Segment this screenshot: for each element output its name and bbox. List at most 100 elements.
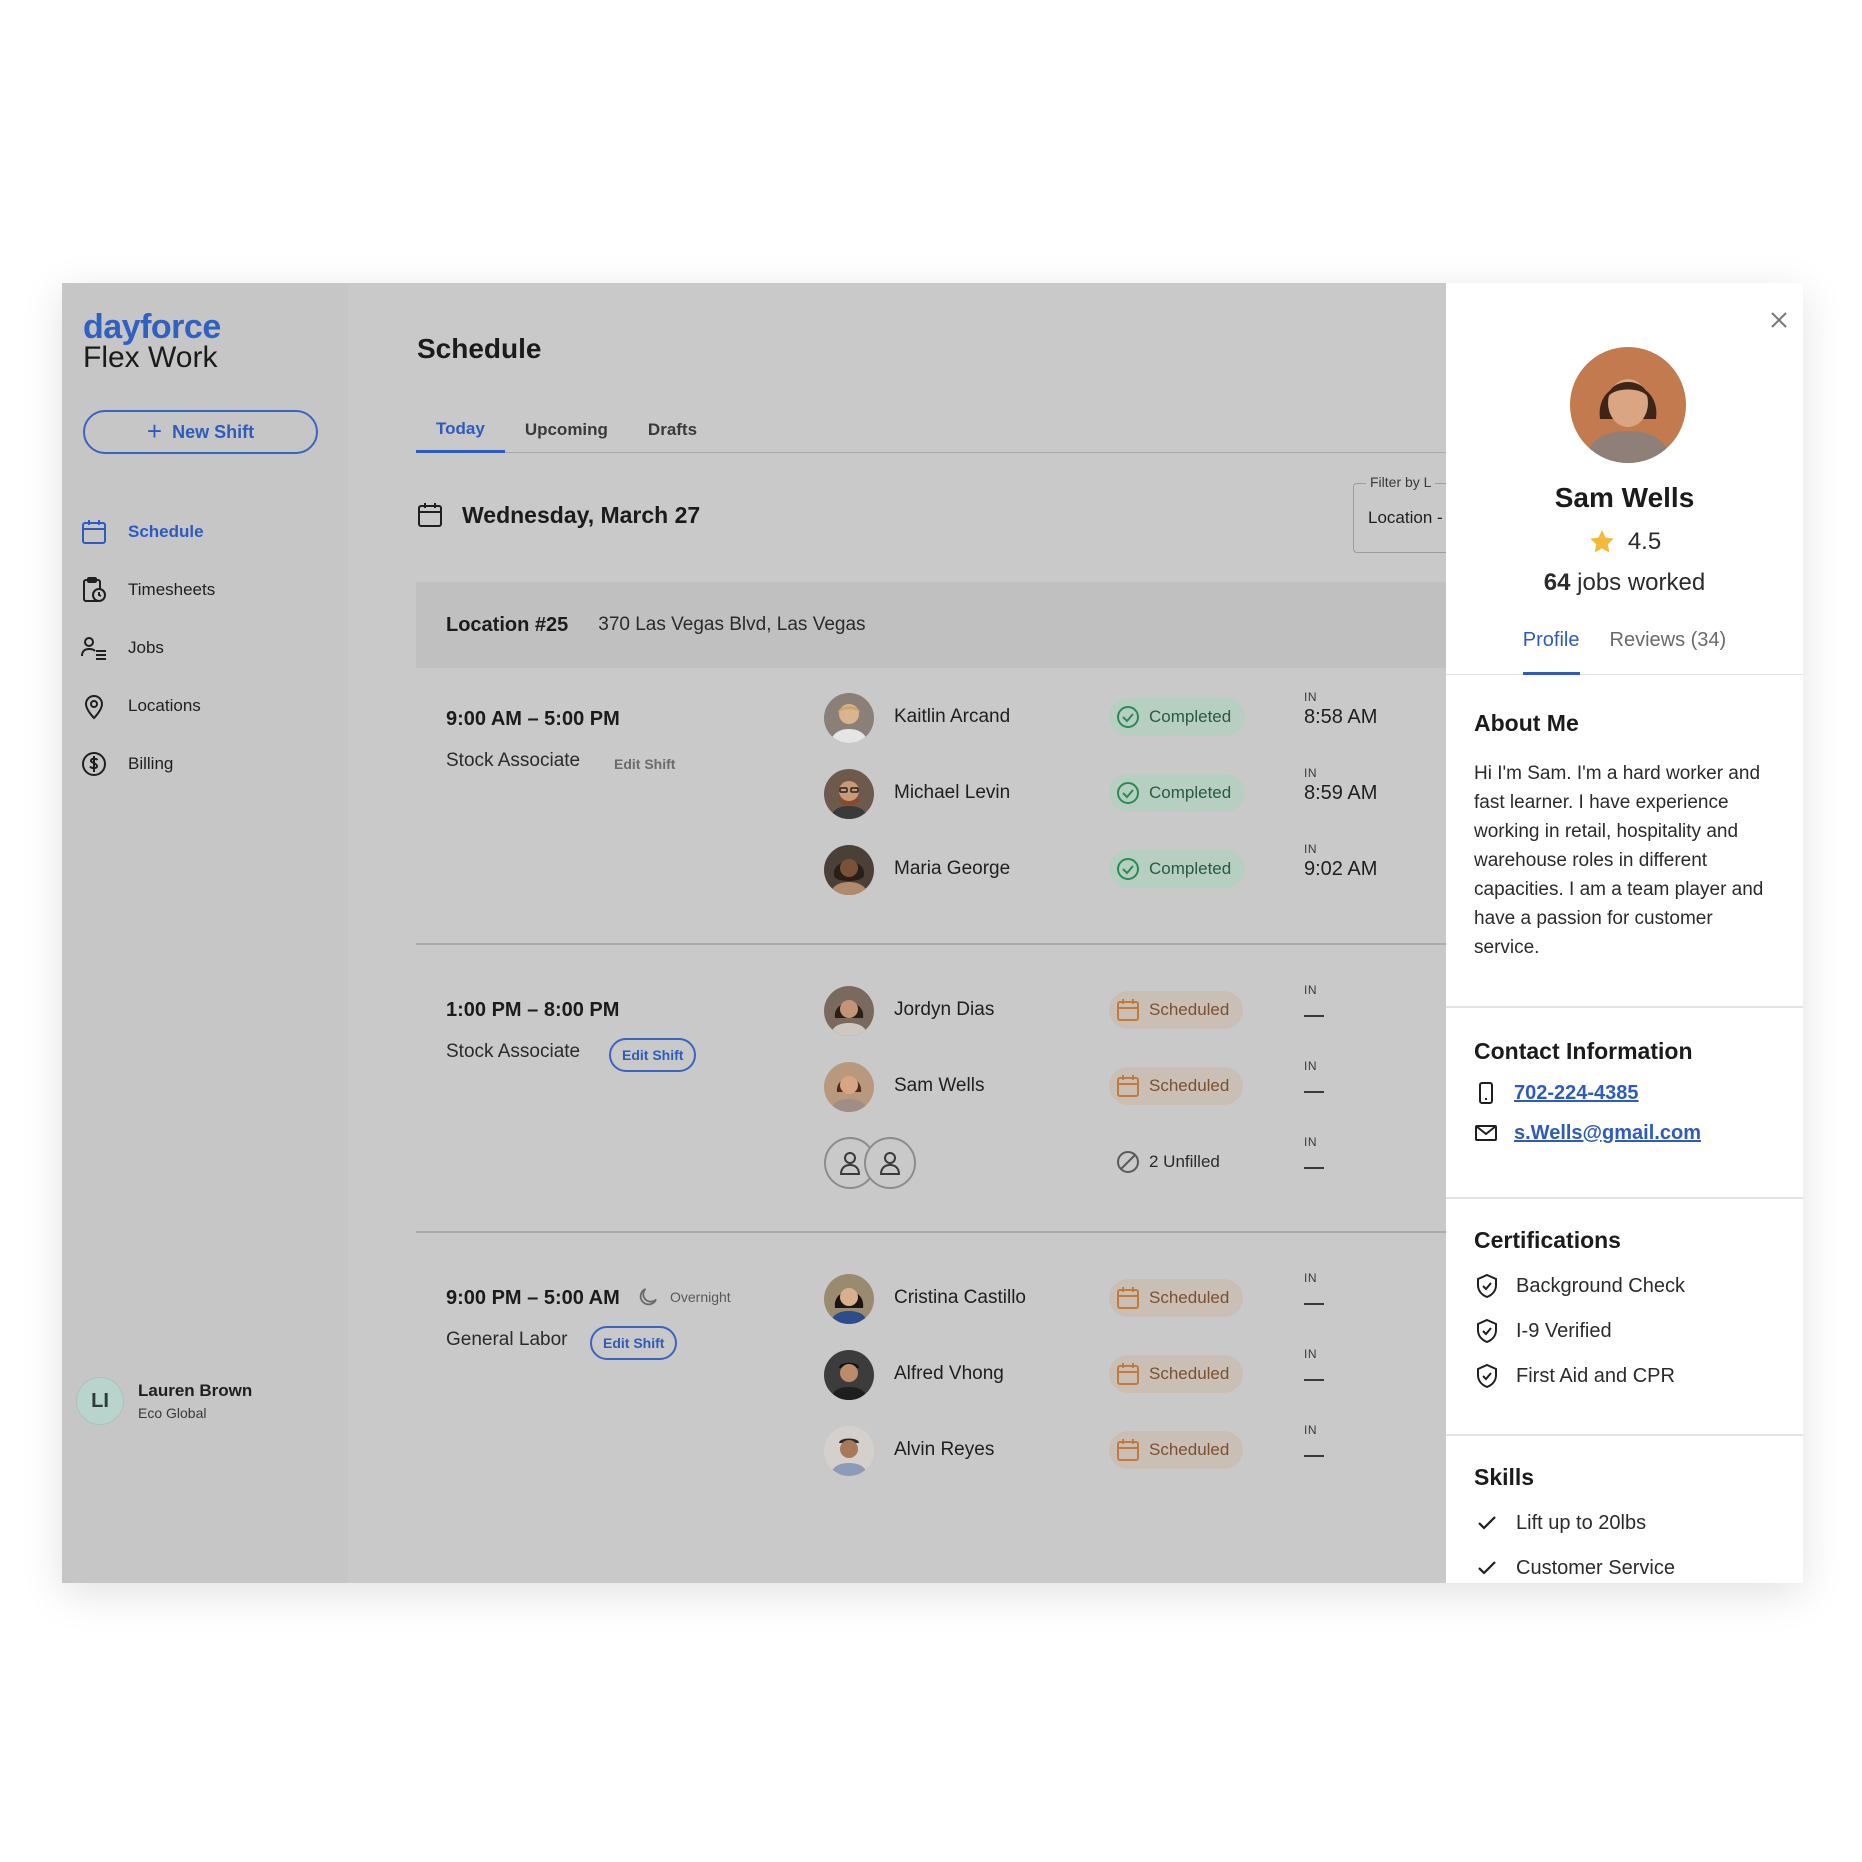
empty-time-dash [1304, 1015, 1324, 1017]
avatar [1570, 347, 1686, 463]
calendar-icon [1117, 1287, 1139, 1309]
worker-name[interactable]: Cristina Castillo [894, 1287, 1026, 1309]
phone-row: 702-224-4385 [1474, 1081, 1775, 1105]
rating-value: 4.5 [1627, 528, 1662, 555]
tab-today[interactable]: Today [416, 407, 505, 453]
avatar[interactable] [824, 1350, 874, 1400]
user-name: Lauren Brown [138, 1381, 253, 1400]
user-company: Eco Global [138, 1405, 207, 1421]
sidebar-item-schedule[interactable]: Schedule [80, 503, 330, 561]
worker-name[interactable]: Maria George [894, 858, 1010, 880]
in-label: IN [1304, 1423, 1317, 1437]
app-window: dayforce Flex Work + New Shift Schedule … [62, 283, 1803, 1583]
sidebar-item-label: Timesheets [128, 580, 216, 599]
timesheet-icon [83, 577, 106, 602]
calendar-icon [1117, 1075, 1139, 1097]
section-title: Certifications [1474, 1227, 1621, 1253]
avatar[interactable] [824, 769, 874, 819]
rating: 4.5 [1446, 528, 1803, 556]
phone-link[interactable]: 702-224-4385 [1514, 1082, 1639, 1105]
edit-shift-button[interactable]: Edit Shift [614, 756, 675, 772]
check-icon [1478, 1561, 1496, 1575]
slash-circle-icon [1117, 1151, 1139, 1173]
avatar[interactable] [824, 845, 874, 895]
page-title: Schedule [417, 333, 542, 364]
certification-label: I-9 Verified [1516, 1319, 1612, 1342]
avatar[interactable] [824, 693, 874, 743]
avatar: LI [76, 1377, 124, 1425]
status-label: Scheduled [1149, 1288, 1230, 1307]
skill-item: Customer Service [1474, 1555, 1775, 1581]
tab-reviews[interactable]: Reviews (34) [1610, 623, 1727, 675]
check-circle-icon [1117, 782, 1139, 804]
empty-time-dash [1304, 1167, 1324, 1169]
clock-in: IN [1304, 1347, 1324, 1381]
about-text: Hi I'm Sam. I'm a hard worker and fast l… [1474, 763, 1764, 958]
shift-role: Stock Associate [446, 750, 581, 771]
in-label: IN [1304, 842, 1317, 856]
tab-drafts[interactable]: Drafts [628, 407, 717, 453]
date-label: Wednesday, March 27 [462, 501, 701, 528]
dollar-icon [82, 752, 106, 776]
status-label: Scheduled [1149, 1440, 1230, 1459]
tab-profile[interactable]: Profile [1522, 623, 1580, 675]
check-circle-icon [1117, 858, 1139, 880]
tab-upcoming[interactable]: Upcoming [505, 407, 628, 453]
mail-icon [1475, 1125, 1497, 1141]
sidebar-item-locations[interactable]: Locations [80, 677, 330, 735]
calendar-icon [1117, 1439, 1139, 1461]
contact-section: Contact Information 702-224-4385 s.Wells… [1446, 1006, 1803, 1145]
worker-row: Kaitlin Arcand Completed IN 8:58 AM [824, 690, 1508, 746]
empty-person-icon [864, 1137, 916, 1189]
check-circle-icon [1117, 706, 1139, 728]
avatar[interactable] [824, 1062, 874, 1112]
worker-name[interactable]: Jordyn Dias [894, 999, 994, 1021]
shift-role: General Labor [446, 1329, 568, 1350]
worker-row: Sam Wells Scheduled IN [824, 1059, 1508, 1115]
worker-name[interactable]: Alvin Reyes [894, 1439, 994, 1461]
sidebar-item-timesheets[interactable]: Timesheets [80, 561, 330, 619]
status-badge: Scheduled [1109, 1355, 1244, 1393]
jobs-icon [81, 637, 106, 660]
sidebar-item-jobs[interactable]: Jobs [80, 619, 330, 677]
jobs-count: 64 [1543, 569, 1571, 596]
new-shift-button[interactable]: + New Shift [83, 410, 318, 454]
avatar[interactable] [824, 986, 874, 1036]
edit-shift-button[interactable]: Edit Shift [609, 1038, 697, 1072]
section-title: About Me [1474, 710, 1579, 736]
edit-shift-button[interactable]: Edit Shift [590, 1326, 678, 1360]
sidebar-nav: Schedule Timesheets Jobs Locations Billi… [80, 503, 330, 793]
shift-time: 9:00 PM – 5:00 AM [446, 1287, 620, 1309]
certifications-section: Certifications Background Check I-9 Veri… [1446, 1197, 1803, 1389]
sidebar-item-label: Jobs [128, 638, 164, 657]
unfilled-slots[interactable] [824, 1135, 919, 1191]
overnight-label: Overnight [670, 1289, 731, 1305]
user-profile[interactable]: LI Lauren Brown Eco Global [76, 1377, 252, 1425]
in-label: IN [1304, 766, 1317, 780]
worker-name[interactable]: Michael Levin [894, 782, 1010, 804]
sidebar-item-billing[interactable]: Billing [80, 735, 330, 793]
avatar[interactable] [824, 1426, 874, 1476]
worker-name[interactable]: Alfred Vhong [894, 1363, 1004, 1385]
status-badge: Completed [1109, 698, 1246, 736]
in-label: IN [1304, 1059, 1317, 1073]
worker-name[interactable]: Kaitlin Arcand [894, 706, 1010, 728]
skills-section: Skills Lift up to 20lbs Customer Service [1446, 1434, 1803, 1581]
shift-group: 9:00 PM – 5:00 AM Overnight General Labo… [416, 1231, 1508, 1531]
close-button[interactable] [1764, 305, 1794, 335]
email-link[interactable]: s.Wells@gmail.com [1514, 1122, 1701, 1145]
shield-check-icon [1477, 1318, 1497, 1344]
certification-item: First Aid and CPR [1474, 1363, 1775, 1389]
location-address: 370 Las Vegas Blvd, Las Vegas [598, 614, 866, 635]
main-content: Schedule Today Upcoming Drafts Wednesday… [348, 283, 1553, 1583]
skill-label: Lift up to 20lbs [1516, 1511, 1647, 1534]
shift-group: 1:00 PM – 8:00 PM Stock Associate Edit S… [416, 943, 1508, 1231]
worker-row: Jordyn Dias Scheduled IN [824, 983, 1508, 1039]
calendar-icon [418, 503, 442, 527]
plus-icon: + [146, 416, 163, 446]
clock-in: IN [1304, 1135, 1324, 1169]
overnight-indicator: Overnight [636, 1285, 731, 1309]
clock-in: IN [1304, 1059, 1324, 1093]
avatar[interactable] [824, 1274, 874, 1324]
worker-name[interactable]: Sam Wells [894, 1075, 984, 1097]
